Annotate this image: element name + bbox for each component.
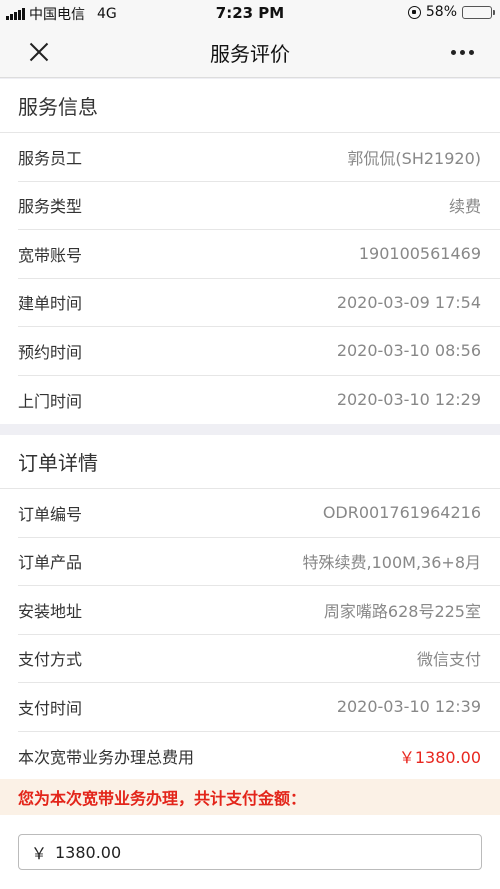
info-row: 服务类型 续费 [18, 182, 500, 230]
row-label: 支付方式 [18, 650, 83, 670]
page-title: 服务评价 [210, 42, 290, 66]
row-value: 续费 [448, 197, 481, 217]
status-bar: 中国电信 4G 7:23 PM 58% [0, 0, 500, 26]
info-row: 宽带账号 190100561469 [18, 230, 500, 279]
nav-bar: 服务评价 [0, 26, 500, 78]
row-value: 2020-03-10 12:39 [336, 697, 481, 717]
row-value: ODR001761964216 [322, 503, 481, 523]
row-label: 支付时间 [18, 698, 83, 718]
row-label: 本次宽带业务办理总费用 [18, 747, 195, 767]
info-row: 支付时间 2020-03-10 12:39 [18, 683, 500, 732]
info-row: 支付方式 微信支付 [18, 635, 500, 683]
row-label: 服务类型 [18, 197, 83, 217]
row-value: 2020-03-10 12:29 [336, 390, 481, 410]
amount-value: 1380.00 [55, 842, 122, 862]
info-row: 建单时间 2020-03-09 17:54 [18, 279, 500, 327]
row-value: 微信支付 [416, 650, 481, 670]
row-value: ￥1380.00 [398, 747, 481, 767]
row-label: 预约时间 [18, 342, 83, 362]
row-label: 宽带账号 [18, 245, 83, 265]
currency-symbol: ￥ [31, 844, 48, 863]
order-detail-section: 订单详情 订单编号 ODR001761964216 订单产品 特殊续费,100M,36… [0, 435, 500, 780]
info-row: 上门时间 2020-03-10 12:29 [18, 376, 500, 425]
service-info-section: 服务信息 服务员工 郭侃侃(SH21920) 服务类型 续费宽带账号 190100561… [0, 79, 500, 424]
info-row: 预约时间 2020-03-10 08:56 [18, 327, 500, 376]
row-value: 郭侃侃(SH21920) [347, 148, 481, 168]
row-label: 安装地址 [18, 601, 83, 621]
row-value: 2020-03-10 08:56 [336, 341, 481, 361]
row-value: 190100561469 [358, 244, 481, 264]
amount-field[interactable]: ￥ 1380.00 [18, 834, 482, 870]
status-right: 58% [407, 4, 495, 20]
payment-notice: 您为本次宽带业务办理，共计支付金额： [0, 779, 500, 815]
info-row: 订单产品 特殊续费,100M,36+8月 [18, 538, 500, 586]
row-value: 周家嘴路628号225室 [323, 601, 481, 621]
battery-icon [462, 5, 495, 19]
row-label: 上门时间 [18, 391, 83, 411]
section-title: 服务信息 [0, 79, 500, 133]
info-row: 安装地址 周家嘴路628号225室 [18, 586, 500, 635]
row-label: 订单编号 [18, 504, 83, 524]
row-value: 2020-03-09 17:54 [336, 292, 481, 312]
more-icon[interactable] [451, 50, 474, 55]
orientation-lock-icon [407, 5, 421, 19]
info-row: 服务员工 郭侃侃(SH21920) [18, 133, 500, 182]
row-label: 建单时间 [18, 294, 83, 314]
row-value: 特殊续费,100M,36+8月 [302, 553, 481, 573]
section-title: 订单详情 [0, 435, 500, 489]
info-row: 本次宽带业务办理总费用 ￥1380.00 [18, 732, 500, 781]
row-label: 订单产品 [18, 553, 83, 573]
info-row: 订单编号 ODR001761964216 [18, 489, 500, 538]
row-label: 服务员工 [18, 148, 83, 168]
battery-percent: 58% [425, 4, 457, 20]
amount-area: ￥ 1380.00 [0, 815, 500, 889]
